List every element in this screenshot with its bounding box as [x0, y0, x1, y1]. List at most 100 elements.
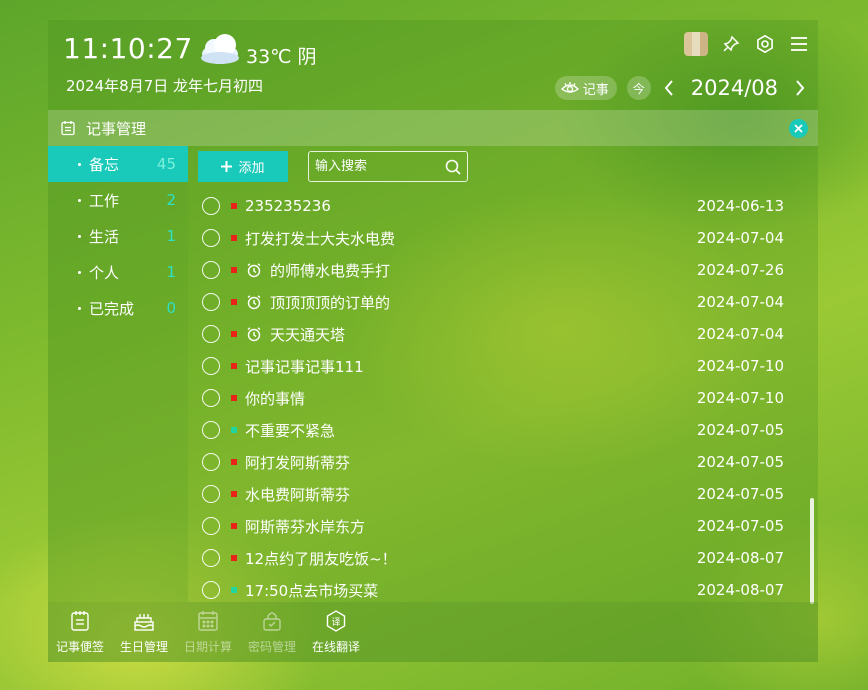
complete-checkbox[interactable] [202, 549, 220, 567]
tool-label: 日期计算 [183, 640, 232, 654]
list-item[interactable]: 不重要不紧急 2024-07-05 [198, 414, 788, 446]
tool-notes-button[interactable]: 记事便签 [48, 602, 112, 662]
complete-checkbox[interactable] [202, 421, 220, 439]
list-item[interactable]: 阿斯蒂芬水岸东方 2024-07-05 [198, 510, 788, 542]
list-item[interactable]: 打发打发士大夫水电费 2024-07-04 [198, 222, 788, 254]
pin-button[interactable] [720, 33, 742, 55]
item-title[interactable]: 的师傅水电费手打 [270, 260, 390, 281]
category-label: 生活 [89, 227, 120, 246]
today-button[interactable]: 今 [626, 76, 651, 100]
item-title[interactable]: 阿斯蒂芬水岸东方 [245, 516, 365, 537]
item-date: 2024-07-04 [696, 325, 784, 343]
date-text: 2024年8月7日 龙年七月初四 [66, 77, 264, 95]
list-item[interactable]: 水电费阿斯蒂芬 2024-07-05 [198, 478, 788, 510]
current-month: 2024/08 [690, 76, 778, 100]
app-window: 11:10:27 33℃ 阴 2024年8月7日 龙年七月初四 记事 今 202… [48, 20, 818, 662]
item-date: 2024-07-05 [696, 421, 784, 439]
bullet-icon [78, 306, 81, 310]
category-item-personal[interactable]: 个人 1 [48, 254, 188, 290]
item-title[interactable]: 你的事情 [245, 388, 305, 409]
category-count: 1 [166, 263, 176, 281]
avatar[interactable] [684, 32, 708, 56]
item-title[interactable]: 阿打发阿斯蒂芬 [245, 452, 350, 473]
list-item[interactable]: 顶顶顶顶的订单的 2024-07-04 [198, 286, 788, 318]
complete-checkbox[interactable] [202, 261, 220, 279]
item-date: 2024-07-05 [696, 453, 784, 471]
lock-icon [263, 612, 281, 631]
item-title[interactable]: 235235236 [245, 197, 331, 215]
list-item[interactable]: 12点约了朋友吃饭~！ 2024-08-07 [198, 542, 788, 574]
item-title[interactable]: 记事记事记事111 [245, 356, 364, 377]
chevron-right-icon [796, 80, 805, 96]
item-date: 2024-07-26 [696, 261, 784, 279]
notes-toggle-button[interactable]: 记事 [554, 76, 617, 100]
complete-checkbox[interactable] [202, 389, 220, 407]
item-date: 2024-06-13 [696, 197, 784, 215]
cake-icon [134, 614, 154, 631]
item-title[interactable]: 天天通天塔 [270, 324, 345, 345]
complete-checkbox[interactable] [202, 325, 220, 343]
category-item-completed[interactable]: 已完成 0 [48, 290, 188, 326]
item-date: 2024-07-04 [696, 229, 784, 247]
search-icon[interactable] [445, 159, 461, 175]
list-item[interactable]: 天天通天塔 2024-07-04 [198, 318, 788, 350]
complete-checkbox[interactable] [202, 229, 220, 247]
complete-checkbox[interactable] [202, 485, 220, 503]
list-item[interactable]: 阿打发阿斯蒂芬 2024-07-05 [198, 446, 788, 478]
item-title[interactable]: 17:50点去市场买菜 [245, 580, 378, 601]
add-button[interactable]: 添加 [198, 151, 288, 182]
complete-checkbox[interactable] [202, 517, 220, 535]
list-item[interactable]: 记事记事记事111 2024-07-10 [198, 350, 788, 382]
category-label: 备忘 [89, 155, 120, 174]
bottom-toolbar: 记事便签 生日管理 日期计算 密码管理译在线翻译 [48, 602, 818, 662]
temperature-text: 33℃ 阴 [246, 46, 317, 68]
next-month-button[interactable] [792, 76, 808, 100]
tool-password-button[interactable]: 密码管理 [240, 602, 304, 662]
complete-checkbox[interactable] [202, 357, 220, 375]
chevron-left-icon [664, 80, 673, 96]
eye-icon [560, 82, 579, 93]
category-item-memo[interactable]: 备忘 45 [48, 146, 188, 182]
tool-label: 生日管理 [119, 640, 168, 654]
category-item-work[interactable]: 工作 2 [48, 182, 188, 218]
plus-icon [221, 161, 233, 172]
priority-marker [231, 331, 237, 337]
prev-month-button[interactable] [661, 76, 677, 100]
complete-checkbox[interactable] [202, 293, 220, 311]
category-item-life[interactable]: 生活 1 [48, 218, 188, 254]
item-title[interactable]: 不重要不紧急 [245, 420, 335, 441]
priority-marker [231, 299, 237, 305]
memo-list: 235235236 2024-06-13 打发打发士大夫水电费 2024-07-04 的… [198, 190, 788, 606]
header: 11:10:27 33℃ 阴 2024年8月7日 龙年七月初四 记事 今 202… [48, 20, 818, 110]
priority-marker [231, 267, 237, 273]
menu-button[interactable] [788, 33, 810, 55]
category-count: 2 [166, 191, 176, 209]
item-title[interactable]: 12点约了朋友吃饭~！ [245, 548, 397, 569]
settings-button[interactable] [754, 33, 776, 55]
list-item[interactable]: 的师傅水电费手打 2024-07-26 [198, 254, 788, 286]
category-label: 个人 [89, 263, 120, 282]
complete-checkbox[interactable] [202, 581, 220, 599]
alarm-clock-icon [247, 263, 261, 278]
item-title[interactable]: 顶顶顶顶的订单的 [270, 292, 390, 313]
search-input[interactable] [315, 159, 435, 174]
notes-toggle-label: 记事 [582, 82, 609, 98]
item-date: 2024-07-10 [696, 389, 784, 407]
item-title[interactable]: 打发打发士大夫水电费 [245, 228, 395, 249]
close-button[interactable] [789, 119, 808, 138]
item-title[interactable]: 水电费阿斯蒂芬 [245, 484, 350, 505]
list-item[interactable]: 235235236 2024-06-13 [198, 190, 788, 222]
tool-label: 在线翻译 [311, 640, 360, 654]
complete-checkbox[interactable] [202, 453, 220, 471]
tool-label: 密码管理 [247, 640, 296, 654]
list-item[interactable]: 你的事情 2024-07-10 [198, 382, 788, 414]
bullet-icon [78, 234, 81, 238]
priority-marker [231, 427, 237, 433]
complete-checkbox[interactable] [202, 197, 220, 215]
priority-marker [231, 395, 237, 401]
tool-translate-button[interactable]: 译在线翻译 [304, 602, 368, 662]
list-scrollbar[interactable] [810, 498, 814, 604]
tool-date-calc-button[interactable]: 日期计算 [176, 602, 240, 662]
close-icon [794, 124, 803, 133]
tool-birthday-button[interactable]: 生日管理 [112, 602, 176, 662]
